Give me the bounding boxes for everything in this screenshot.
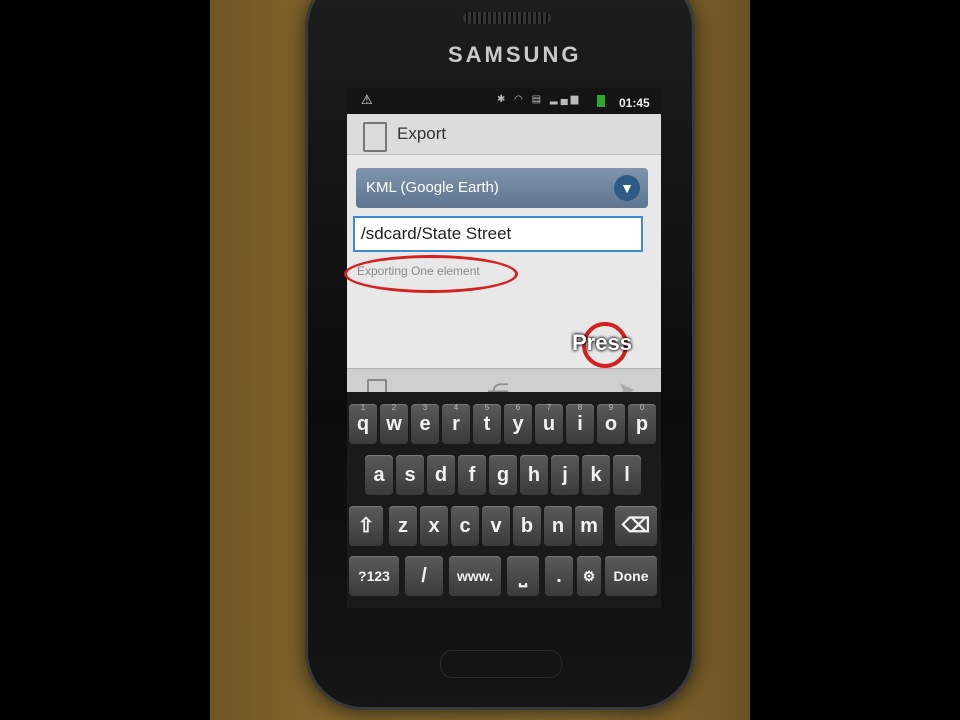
key-a[interactable]: a (365, 455, 393, 495)
www-key[interactable]: www. (449, 556, 501, 596)
key-number-hint: 6 (515, 403, 521, 412)
key-number-hint: 5 (484, 403, 490, 412)
key-i[interactable]: 8i (566, 403, 594, 444)
key-v[interactable]: v (482, 506, 510, 546)
key-e[interactable]: 3e (411, 403, 439, 444)
key-y[interactable]: 6y (504, 403, 532, 444)
key-number-hint: 4 (453, 403, 459, 412)
status-bar: ⚠ ✱ ◠ ▤ ▂▄▆ 01:45 (347, 88, 661, 114)
key-number-hint: 0 (639, 403, 645, 412)
key-r[interactable]: 4r (442, 403, 470, 444)
key-number-hint: 2 (391, 403, 397, 412)
earpiece-speaker (463, 12, 551, 24)
soft-keyboard: ⇧ ⌫ ?123 / www. ⎵ . ⚙ Done 1q2w3e4r5t6y7… (347, 392, 661, 608)
space-key[interactable]: ⎵ (507, 556, 539, 596)
format-select[interactable]: KML (Google Earth) ▼ (356, 168, 648, 208)
backspace-key[interactable]: ⌫ (615, 506, 657, 546)
brand-logo: SAMSUNG (448, 42, 582, 67)
dot-key[interactable]: . (545, 556, 573, 596)
key-j[interactable]: j (551, 455, 579, 495)
format-select-value: KML (Google Earth) (366, 179, 499, 196)
key-number-hint: 8 (577, 403, 583, 412)
key-number-hint: 9 (608, 403, 614, 412)
key-f[interactable]: f (458, 455, 486, 495)
key-k[interactable]: k (582, 455, 610, 495)
done-key[interactable]: Done (605, 556, 657, 596)
document-icon (363, 122, 387, 152)
shift-key[interactable]: ⇧ (349, 506, 383, 546)
key-number-hint: 3 (422, 403, 428, 412)
home-button[interactable] (440, 650, 562, 678)
status-time: 01:45 (619, 96, 650, 110)
key-t[interactable]: 5t (473, 403, 501, 444)
key-u[interactable]: 7u (535, 403, 563, 444)
key-m[interactable]: m (575, 506, 603, 546)
key-l[interactable]: l (613, 455, 641, 495)
settings-key[interactable]: ⚙ (577, 556, 601, 596)
key-p[interactable]: 0p (628, 403, 656, 444)
dialog-title-bar: Export (347, 114, 661, 155)
warning-icon: ⚠ (361, 92, 373, 107)
key-number-hint: 1 (360, 403, 366, 412)
press-annotation: Press (572, 330, 632, 355)
key-n[interactable]: n (544, 506, 572, 546)
key-d[interactable]: d (427, 455, 455, 495)
key-o[interactable]: 9o (597, 403, 625, 444)
key-h[interactable]: h (520, 455, 548, 495)
annotation-ring-hint (344, 255, 518, 293)
key-b[interactable]: b (513, 506, 541, 546)
key-x[interactable]: x (420, 506, 448, 546)
key-g[interactable]: g (489, 455, 517, 495)
key-c[interactable]: c (451, 506, 479, 546)
status-icons: ✱ ◠ ▤ ▂▄▆ (497, 94, 582, 105)
chevron-down-icon: ▼ (614, 175, 640, 201)
symbols-key[interactable]: ?123 (349, 556, 399, 596)
key-w[interactable]: 2w (380, 403, 408, 444)
path-input[interactable]: /sdcard/State Street (353, 216, 643, 252)
battery-icon (597, 95, 605, 107)
key-number-hint: 7 (546, 403, 552, 412)
key-q[interactable]: 1q (349, 403, 377, 444)
key-z[interactable]: z (389, 506, 417, 546)
dialog-title: Export (397, 124, 447, 143)
key-s[interactable]: s (396, 455, 424, 495)
slash-key[interactable]: / (405, 556, 443, 596)
